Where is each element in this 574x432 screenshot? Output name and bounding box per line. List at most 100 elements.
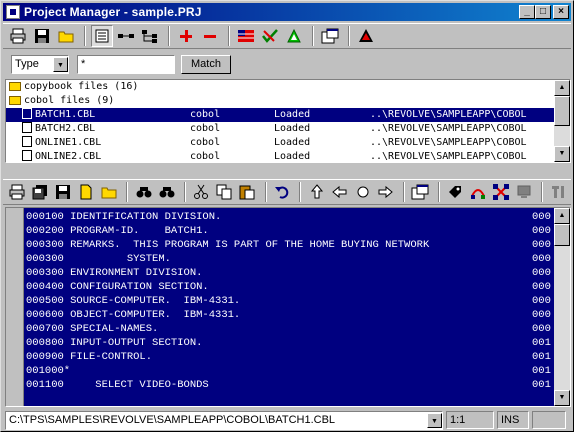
file-status: Loaded <box>274 109 311 120</box>
scroll-thumb[interactable] <box>554 224 570 246</box>
warning-icon[interactable] <box>355 25 377 47</box>
folder-row-cobol[interactable]: cobol files (9) <box>6 94 570 108</box>
cut-icon[interactable] <box>191 181 212 203</box>
go-up-icon[interactable] <box>306 181 327 203</box>
scroll-up-button[interactable]: ▲ <box>554 208 570 224</box>
pattern-input[interactable] <box>77 54 175 74</box>
project-file-list[interactable]: copybook files (16) cobol files (9) BATC… <box>5 79 571 163</box>
code-line-text: 000500 SOURCE-COMPUTER. IBM-4331. <box>26 295 241 307</box>
code-line-text: 001100 SELECT VIDEO-BONDS <box>26 379 209 391</box>
stop-icon[interactable] <box>352 181 373 203</box>
maximize-button[interactable]: □ <box>535 5 551 19</box>
find-next-icon[interactable] <box>156 181 177 203</box>
file-row[interactable]: BATCH1.CBL cobol Loaded ..\REVOLVE\SAMPL… <box>6 108 570 122</box>
add-icon[interactable] <box>175 25 197 47</box>
code-line-text: 000400 CONFIGURATION SECTION. <box>26 281 209 293</box>
code-line[interactable]: 000600 OBJECT-COMPUTER. IBM-4331. 000 <box>26 308 556 322</box>
folder-label: cobol files (9) <box>24 95 115 106</box>
go-forward-icon[interactable] <box>375 181 396 203</box>
filter-bar: Type ▼ Match <box>3 51 571 77</box>
flag-icon[interactable] <box>235 25 257 47</box>
code-line[interactable]: 000800 INPUT-OUTPUT SECTION. 001 <box>26 336 556 350</box>
file-path: ..\REVOLVE\SAMPLEAPP\COBOL <box>370 109 527 120</box>
code-line[interactable]: 000300 ENVIRONMENT DIVISION. 000 <box>26 266 556 280</box>
file-path: ..\REVOLVE\SAMPLEAPP\COBOL <box>370 137 527 148</box>
print-icon[interactable] <box>7 25 29 47</box>
code-line-right-number: 000 <box>532 239 551 251</box>
triangle-icon[interactable] <box>283 25 305 47</box>
checklist-icon[interactable] <box>259 25 281 47</box>
folder-row-copybook[interactable]: copybook files (16) <box>6 80 570 94</box>
code-line[interactable]: 000400 CONFIGURATION SECTION. 000 <box>26 280 556 294</box>
editor-gutter[interactable] <box>6 208 24 406</box>
save-icon[interactable] <box>31 25 53 47</box>
open-folder-icon[interactable] <box>98 181 119 203</box>
code-area[interactable]: 000100 IDENTIFICATION DIVISION. 000 000200… <box>26 210 556 392</box>
tag-icon[interactable] <box>445 181 466 203</box>
properties-icon[interactable] <box>319 25 341 47</box>
scroll-down-button[interactable]: ▼ <box>554 390 570 406</box>
project-view-icon[interactable] <box>91 25 113 47</box>
file-name: ONLINE1.CBL <box>35 137 102 148</box>
monitor-icon[interactable] <box>513 181 534 203</box>
code-line[interactable]: 000300 SYSTEM. 000 <box>26 252 556 266</box>
pane-splitter[interactable] <box>3 165 571 177</box>
properties-icon[interactable] <box>410 181 431 203</box>
document-icon <box>22 136 32 147</box>
code-line[interactable]: 000300 REMARKS. THIS PROGRAM IS PART OF … <box>26 238 556 252</box>
file-status: Loaded <box>274 137 311 148</box>
status-pane-empty <box>532 411 566 429</box>
editor-scrollbar[interactable]: ▲ ▼ <box>554 208 570 406</box>
print-icon[interactable] <box>7 181 28 203</box>
chevron-down-icon[interactable]: ▼ <box>427 412 442 428</box>
code-line[interactable]: 000900 FILE-CONTROL. 001 <box>26 350 556 364</box>
scroll-thumb[interactable] <box>554 96 570 126</box>
code-line[interactable]: 000500 SOURCE-COMPUTER. IBM-4331. 000 <box>26 294 556 308</box>
document-icon <box>22 150 32 161</box>
file-row[interactable]: BATCH2.CBL cobol Loaded ..\REVOLVE\SAMPL… <box>6 122 570 136</box>
match-button[interactable]: Match <box>181 54 231 74</box>
code-line[interactable]: 000700 SPECIAL-NAMES. 000 <box>26 322 556 336</box>
save-icon[interactable] <box>53 181 74 203</box>
code-line-right-number: 001 <box>532 365 551 377</box>
file-row[interactable]: ONLINE1.CBL cobol Loaded ..\REVOLVE\SAMP… <box>6 136 570 150</box>
file-row[interactable]: ONLINE2.CBL cobol Loaded ..\REVOLVE\SAMP… <box>6 150 570 162</box>
chevron-down-icon[interactable]: ▼ <box>53 56 68 72</box>
undo-icon[interactable] <box>272 181 293 203</box>
link-icon[interactable] <box>115 25 137 47</box>
code-line[interactable]: 001000* 001 <box>26 364 556 378</box>
title-bar[interactable]: Project Manager - sample.PRJ _ □ × <box>3 3 571 21</box>
tree-icon[interactable] <box>139 25 161 47</box>
file-path-dropdown[interactable]: C:\TPS\SAMPLES\REVOLVE\SAMPLEAPP\COBOL\B… <box>5 410 443 430</box>
code-editor[interactable]: 000100 IDENTIFICATION DIVISION. 000 000200… <box>5 207 571 407</box>
file-list-scrollbar[interactable]: ▲ ▼ <box>554 80 570 162</box>
toolbar-separator <box>228 26 230 46</box>
save-all-icon[interactable] <box>30 181 51 203</box>
document-icon <box>22 108 32 119</box>
code-line[interactable]: 000200 PROGRAM-ID. BATCH1. 000 <box>26 224 556 238</box>
code-line-text: 000800 INPUT-OUTPUT SECTION. <box>26 337 203 349</box>
toolbar-separator <box>299 182 302 202</box>
code-line[interactable]: 000100 IDENTIFICATION DIVISION. 000 <box>26 210 556 224</box>
toolbar-separator <box>184 182 187 202</box>
copy-icon[interactable] <box>214 181 235 203</box>
paste-icon[interactable] <box>237 181 258 203</box>
type-dropdown[interactable]: Type ▼ <box>11 54 69 74</box>
branch-icon[interactable] <box>468 181 489 203</box>
code-line[interactable]: 001100 SELECT VIDEO-BONDS 001 <box>26 378 556 392</box>
network-icon[interactable] <box>490 181 511 203</box>
tools-icon[interactable] <box>548 181 569 203</box>
scroll-down-button[interactable]: ▼ <box>554 146 570 162</box>
scroll-up-button[interactable]: ▲ <box>554 80 570 96</box>
toolbar-separator <box>312 26 314 46</box>
close-button[interactable]: × <box>553 5 569 19</box>
status-bar: C:\TPS\SAMPLES\REVOLVE\SAMPLEAPP\COBOL\B… <box>3 410 571 430</box>
go-back-icon[interactable] <box>329 181 350 203</box>
find-icon[interactable] <box>133 181 154 203</box>
open-folder-icon[interactable] <box>55 25 77 47</box>
code-line-text: 001000* <box>26 365 71 377</box>
new-file-icon[interactable] <box>76 181 97 203</box>
minimize-button[interactable]: _ <box>519 5 535 19</box>
remove-icon[interactable] <box>199 25 221 47</box>
file-path: ..\REVOLVE\SAMPLEAPP\COBOL <box>370 151 527 162</box>
